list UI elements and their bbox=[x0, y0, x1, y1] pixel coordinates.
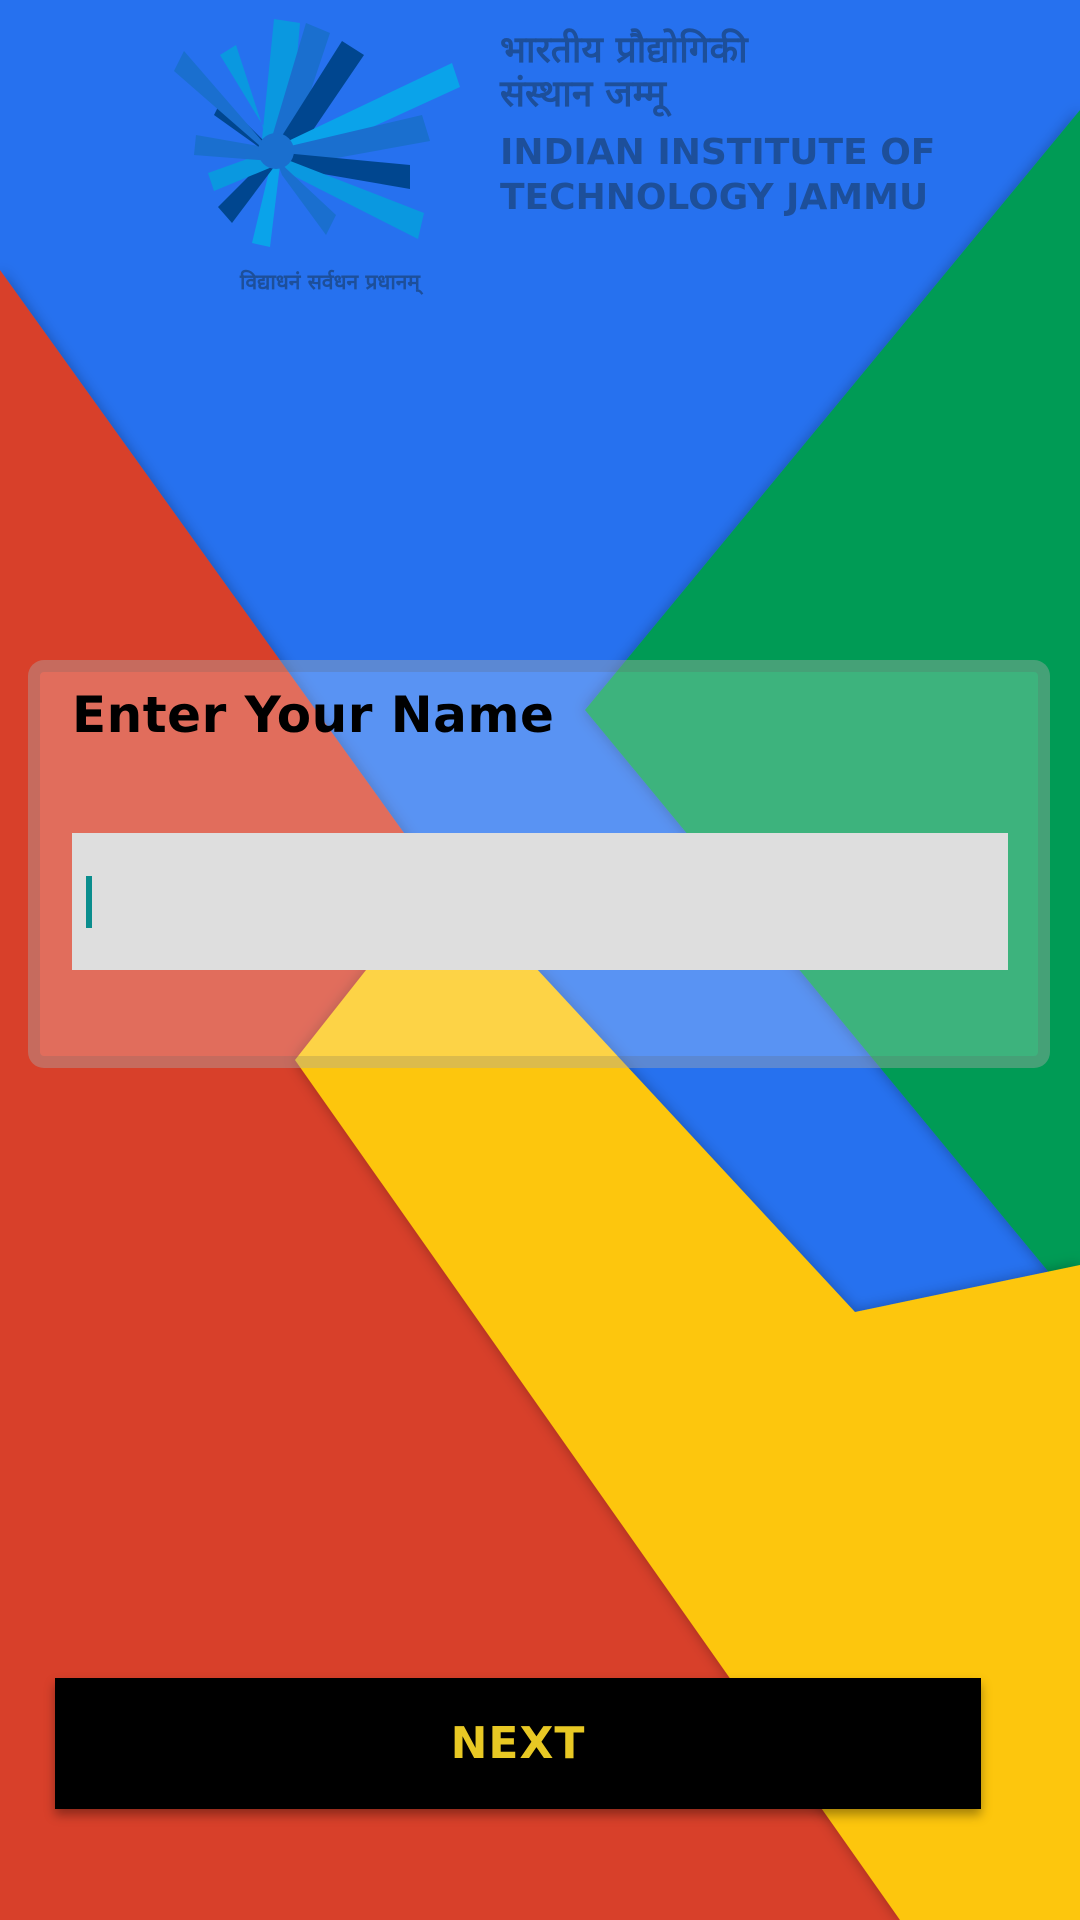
next-button[interactable]: NEXT bbox=[55, 1678, 981, 1809]
institute-name-english-line2: TECHNOLOGY JAMMU bbox=[500, 177, 929, 218]
institute-name-hindi: भारतीय प्रौद्योगिकी संस्थान जम्मू bbox=[500, 28, 748, 116]
name-prompt-title: Enter Your Name bbox=[72, 686, 555, 744]
institute-name-english: INDIAN INSTITUTE OF TECHNOLOGY JAMMU bbox=[500, 130, 935, 220]
iit-jammu-emblem-icon bbox=[174, 19, 460, 247]
institute-logo: विद्याधनं सर्वधन प्रधानम् bbox=[170, 10, 470, 295]
institute-name-hindi-line2: संस्थान जम्मू bbox=[500, 72, 666, 115]
text-caret bbox=[86, 876, 92, 928]
logo-motto: विद्याधनं सर्वधन प्रधानम् bbox=[240, 270, 420, 294]
name-input[interactable] bbox=[72, 833, 1008, 970]
institute-name-english-line1: INDIAN INSTITUTE OF bbox=[500, 132, 936, 173]
institute-name-hindi-line1: भारतीय प्रौद्योगिकी bbox=[500, 28, 748, 71]
